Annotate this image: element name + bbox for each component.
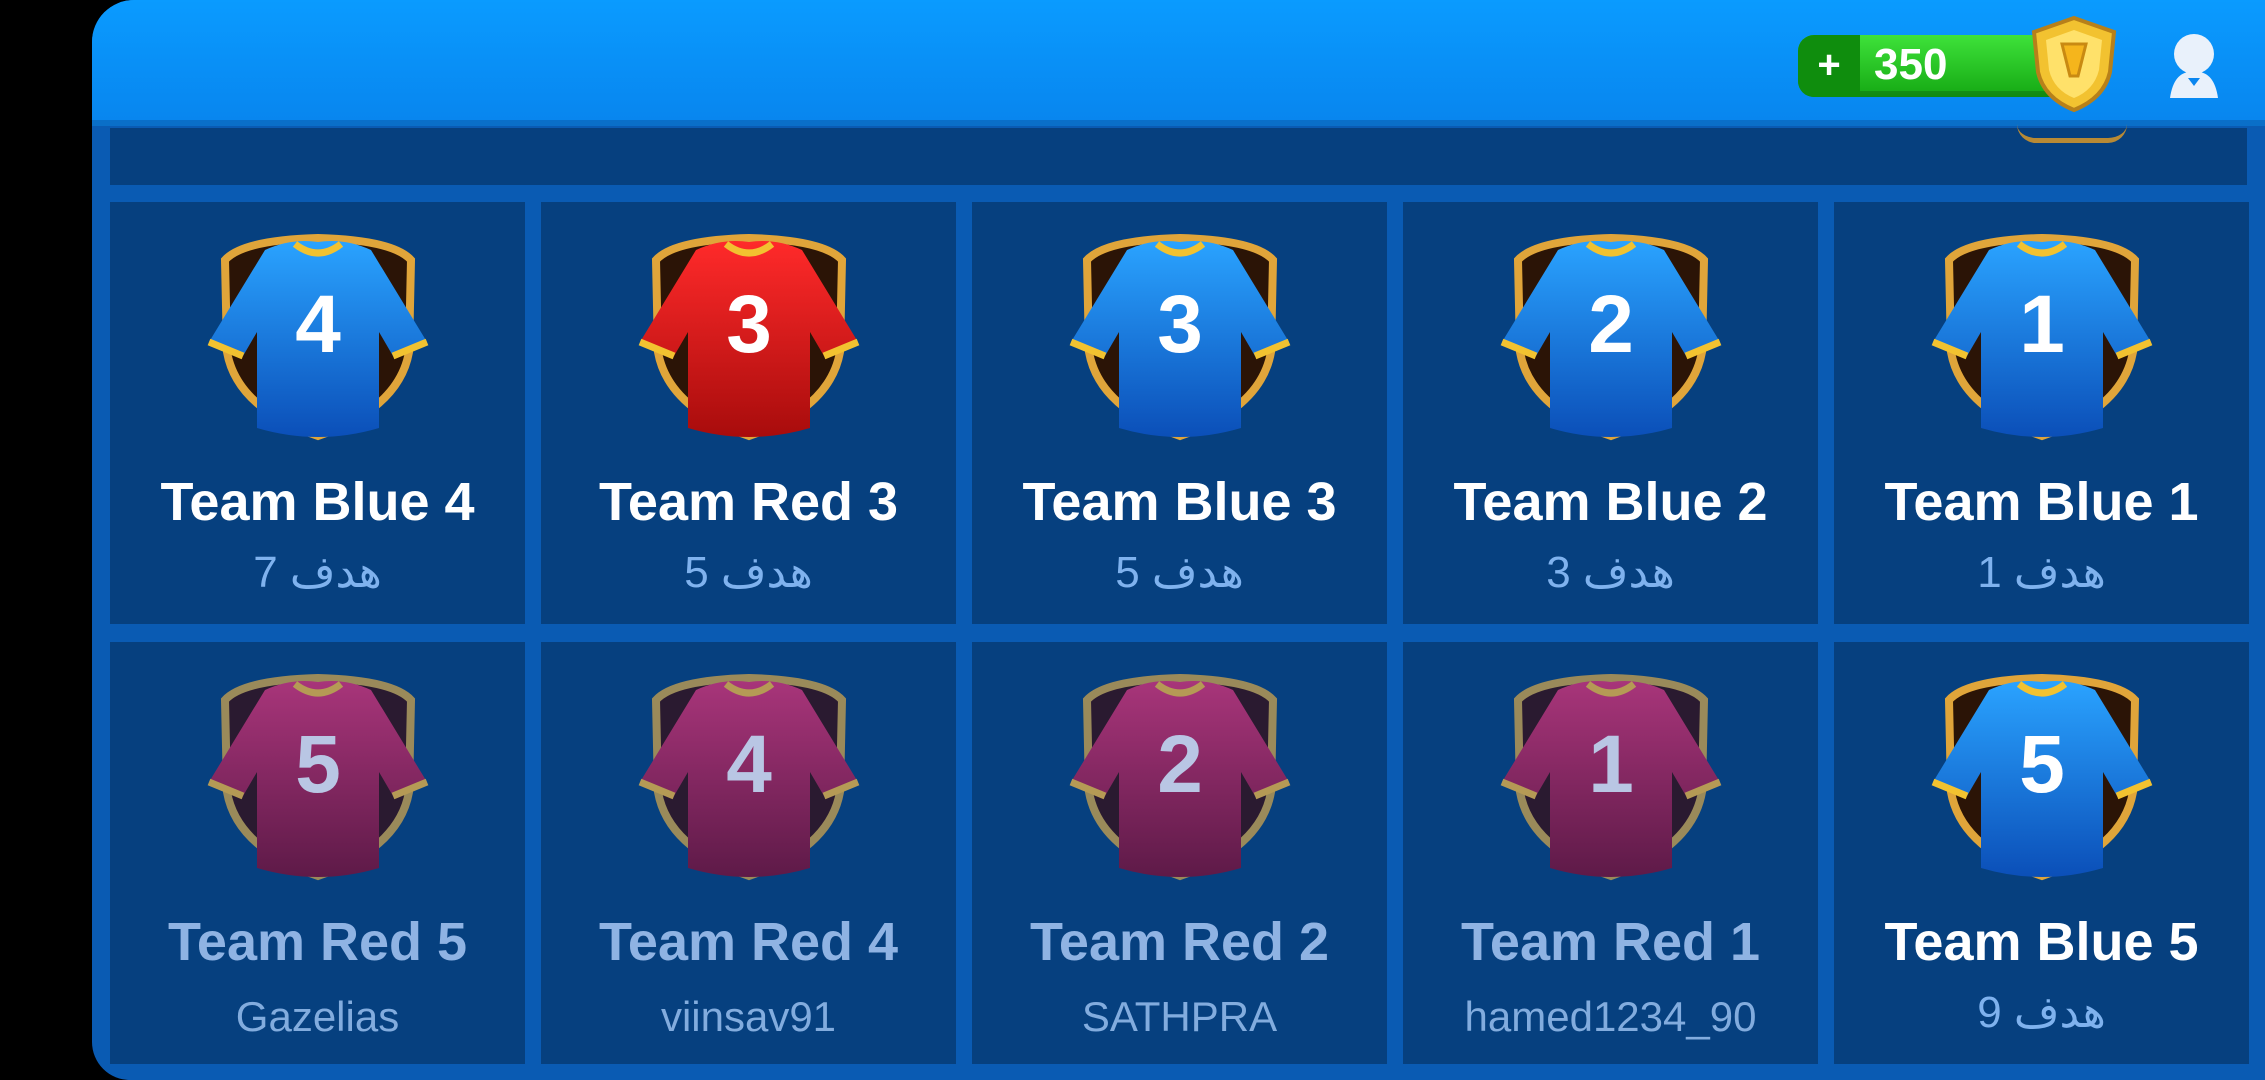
team-select-panel: + 350 4 Team Blue 4 هدف 7 3 Team Red 3 ه… — [92, 0, 2265, 1080]
team-card-taken[interactable]: 1 Team Red 1 hamed1234_90 — [1403, 642, 1818, 1064]
jersey-icon: 2 — [1065, 672, 1295, 882]
team-name: Team Red 1 — [1460, 912, 1761, 972]
team-goal: هدف 7 — [253, 548, 382, 597]
jersey-icon: 1 — [1496, 672, 1726, 882]
team-card[interactable]: 3 Team Red 3 هدف 5 — [541, 202, 956, 624]
team-card[interactable]: 4 Team Blue 4 هدف 7 — [110, 202, 525, 624]
jersey-icon: 1 — [1927, 232, 2157, 442]
jersey-number: 5 — [2019, 719, 2065, 810]
team-name: Team Blue 5 — [1884, 912, 2199, 972]
team-goal: هدف 9 — [1977, 988, 2106, 1037]
team-card-taken[interactable]: 5 Team Red 5 Gazelias — [110, 642, 525, 1064]
jersey-icon: 3 — [1065, 232, 1295, 442]
jersey-number: 3 — [1157, 279, 1203, 370]
team-card[interactable]: 2 Team Blue 2 هدف 3 — [1403, 202, 1818, 624]
player-name: SATHPRA — [1081, 993, 1278, 1040]
team-name: Team Blue 2 — [1453, 472, 1768, 532]
jersey-number: 1 — [2019, 279, 2065, 370]
jersey-number: 4 — [726, 719, 772, 810]
jersey-icon: 4 — [203, 232, 433, 442]
jersey-number: 2 — [1157, 719, 1203, 810]
team-goal: هدف 3 — [1546, 548, 1675, 597]
team-name: Team Blue 1 — [1884, 472, 2199, 532]
header-strip — [110, 128, 2247, 185]
team-name: Team Red 4 — [598, 912, 899, 972]
team-name: Team Blue 3 — [1022, 472, 1337, 532]
team-goal: هدف 1 — [1977, 548, 2106, 597]
team-name: Team Red 5 — [167, 912, 468, 972]
jersey-icon: 5 — [1927, 672, 2157, 882]
jersey-number: 4 — [295, 279, 341, 370]
coin-balance: 350 — [1874, 40, 1948, 89]
team-card[interactable]: 1 Team Blue 1 هدف 1 — [1834, 202, 2249, 624]
gold-gem-shield-icon — [2026, 14, 2122, 114]
team-card[interactable]: 5 Team Blue 5 هدف 9 — [1834, 642, 2249, 1064]
team-card[interactable]: 3 Team Blue 3 هدف 5 — [972, 202, 1387, 624]
team-grid: 4 Team Blue 4 هدف 7 3 Team Red 3 هدف 5 3… — [110, 202, 2250, 1080]
jersey-icon: 2 — [1496, 232, 1726, 442]
team-name: Team Red 2 — [1029, 912, 1330, 972]
profile-avatar-icon[interactable] — [2166, 30, 2222, 100]
player-name: viinsav91 — [660, 993, 837, 1040]
team-name: Team Red 3 — [598, 472, 899, 532]
jersey-number: 5 — [295, 719, 341, 810]
team-goal: هدف 5 — [684, 548, 813, 597]
jersey-number: 1 — [1588, 719, 1634, 810]
jersey-number: 2 — [1588, 279, 1634, 370]
team-name: Team Blue 4 — [160, 472, 475, 532]
jersey-icon: 5 — [203, 672, 433, 882]
player-name: hamed1234_90 — [1464, 993, 1757, 1040]
team-goal: هدف 5 — [1115, 548, 1244, 597]
jersey-icon: 4 — [634, 672, 864, 882]
player-name: Gazelias — [235, 993, 400, 1040]
team-card-taken[interactable]: 2 Team Red 2 SATHPRA — [972, 642, 1387, 1064]
strip-decoration — [2017, 124, 2127, 143]
jersey-icon: 3 — [634, 232, 864, 442]
top-bar: + 350 — [92, 0, 2265, 126]
jersey-number: 3 — [726, 279, 772, 370]
team-card-taken[interactable]: 4 Team Red 4 viinsav91 — [541, 642, 956, 1064]
add-coins-icon[interactable]: + — [1798, 35, 1860, 97]
